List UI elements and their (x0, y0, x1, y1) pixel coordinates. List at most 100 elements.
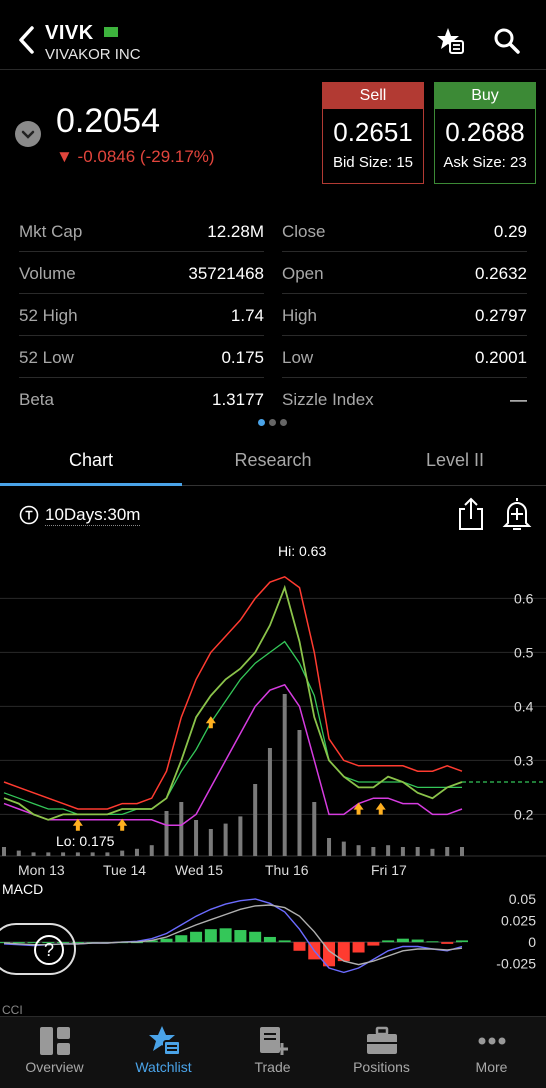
macd-histogram-bar (426, 941, 439, 943)
stat-value: 0.2632 (475, 264, 527, 283)
watchlist-add-icon[interactable] (435, 26, 465, 56)
stat-low: Low 0.2001 (282, 336, 527, 378)
volume-bar (253, 784, 258, 856)
macd-histogram-bar (234, 930, 247, 943)
volume-bar (134, 848, 139, 856)
tab-label: Watchlist (135, 1059, 192, 1075)
stat-open: Open 0.2632 (282, 252, 527, 294)
stat-close: Close 0.29 (282, 210, 527, 252)
volume-bar (61, 852, 66, 856)
y-tick-label: 0.2 (514, 806, 534, 822)
sell-button[interactable]: Sell 0.2651 Bid Size: 15 (322, 82, 424, 184)
macd-tick-label: 0.05 (509, 891, 536, 907)
lower-band-line (3, 683, 463, 826)
tab-level-ii[interactable]: Level II (364, 436, 546, 486)
volume-bar (460, 847, 464, 856)
volume-bar (194, 820, 199, 856)
stat-value: 1.74 (230, 306, 264, 325)
search-icon[interactable] (492, 26, 522, 56)
volume-bar (282, 694, 287, 856)
tab-watchlist[interactable]: Watchlist (109, 1017, 218, 1088)
buy-label: Buy (435, 83, 535, 109)
tab-overview[interactable]: Overview (0, 1017, 109, 1088)
back-arrow-icon[interactable] (14, 22, 40, 58)
overview-icon (40, 1027, 70, 1055)
stat-high: High 0.2797 (282, 294, 527, 336)
y-tick-label: 0.4 (514, 698, 534, 714)
tab-label: Overview (25, 1059, 84, 1075)
x-tick-label: Tue 14 (103, 862, 146, 878)
tab-positions[interactable]: Positions (327, 1017, 436, 1088)
buy-button[interactable]: Buy 0.2688 Ask Size: 23 (434, 82, 536, 184)
signal-arrow (353, 802, 364, 815)
ticker-symbol: VIVK (45, 22, 94, 44)
stat-sizzle-index: Sizzle Index — (282, 378, 527, 420)
company-name: VIVAKOR INC (45, 46, 141, 63)
volume-bar (90, 852, 95, 856)
stat-label: Low (282, 348, 314, 367)
tab-label: More (475, 1059, 508, 1075)
help-button[interactable]: ? (0, 923, 76, 975)
bottom-tab-bar: Overview Watchlist Trade Positions More (0, 1016, 546, 1088)
y-tick-label: 0.6 (514, 590, 534, 606)
page-indicator[interactable] (258, 419, 290, 427)
stat-label: 52 High (19, 306, 78, 325)
tab-label: Trade (254, 1059, 291, 1075)
cci-label-partial: CCI (2, 1003, 23, 1016)
volume-bar (223, 823, 228, 856)
macd-histogram-bar (278, 940, 291, 943)
macd-tick-label: 0.025 (501, 913, 536, 929)
stat-value: 0.2797 (475, 306, 527, 325)
tab-more[interactable]: More (437, 1017, 546, 1088)
tab-research[interactable]: Research (182, 436, 364, 486)
macd-histogram-bar (293, 942, 306, 951)
ask-price: 0.2688 (445, 117, 525, 147)
volume-bar (208, 829, 213, 856)
timeframe-icon (19, 505, 39, 525)
stat-label: Beta (19, 390, 54, 409)
page-dot (269, 419, 276, 426)
price-chart[interactable]: 0.6 0.5 0.4 0.3 0.2 Mon 13 Tue 14 Wed 15 Thu 16 F… (0, 536, 546, 1016)
stat-value: 0.2001 (475, 348, 527, 367)
y-tick-label: 0.3 (514, 752, 534, 768)
watchlist-icon (149, 1026, 181, 1056)
macd-tick-label: -0.025 (496, 956, 536, 972)
volume-bar (120, 850, 125, 856)
page-dot (280, 419, 287, 426)
top-bar: VIVK VIVAKOR INC (0, 0, 546, 70)
stat-52-low: 52 Low 0.175 (19, 336, 264, 378)
signal-arrow (375, 802, 386, 815)
tab-label: Positions (353, 1059, 410, 1075)
signal-markers (72, 716, 386, 831)
volume-bar (267, 748, 272, 856)
volume-bar (400, 847, 405, 856)
stat-label: Mkt Cap (19, 222, 83, 241)
volume-bar (445, 847, 450, 856)
stats-row: 52 High 1.74 High 0.2797 (0, 294, 546, 336)
alert-bell-icon[interactable] (502, 496, 532, 532)
stat-label: Close (282, 222, 326, 241)
stat-value: 35721468 (188, 264, 264, 283)
x-tick-label: Thu 16 (265, 862, 309, 878)
stat-value: 12.28M (207, 222, 264, 241)
stats-row: Mkt Cap 12.28M Close 0.29 (0, 210, 546, 252)
macd-histogram-bar (219, 928, 232, 943)
stat-label: Open (282, 264, 324, 283)
stat-market-cap: Mkt Cap 12.28M (19, 210, 264, 252)
y-tick-label: 0.5 (514, 644, 534, 660)
macd-histogram-bar (160, 938, 173, 943)
volume-bar (386, 845, 391, 856)
stat-value: 0.29 (493, 222, 527, 241)
tab-trade[interactable]: Trade (218, 1017, 327, 1088)
macd-histogram-bar (382, 940, 395, 943)
tab-chart[interactable]: Chart (0, 436, 182, 486)
sell-label: Sell (323, 83, 423, 109)
expand-quote-button[interactable] (15, 121, 41, 147)
volume-bar (75, 852, 80, 856)
share-icon[interactable] (456, 497, 486, 531)
macd-label: MACD (2, 881, 43, 897)
stat-label: 52 Low (19, 348, 74, 367)
hi-label: Hi: 0.63 (278, 543, 326, 559)
macd-histogram-bar (263, 936, 276, 943)
volume-bar (356, 845, 361, 856)
